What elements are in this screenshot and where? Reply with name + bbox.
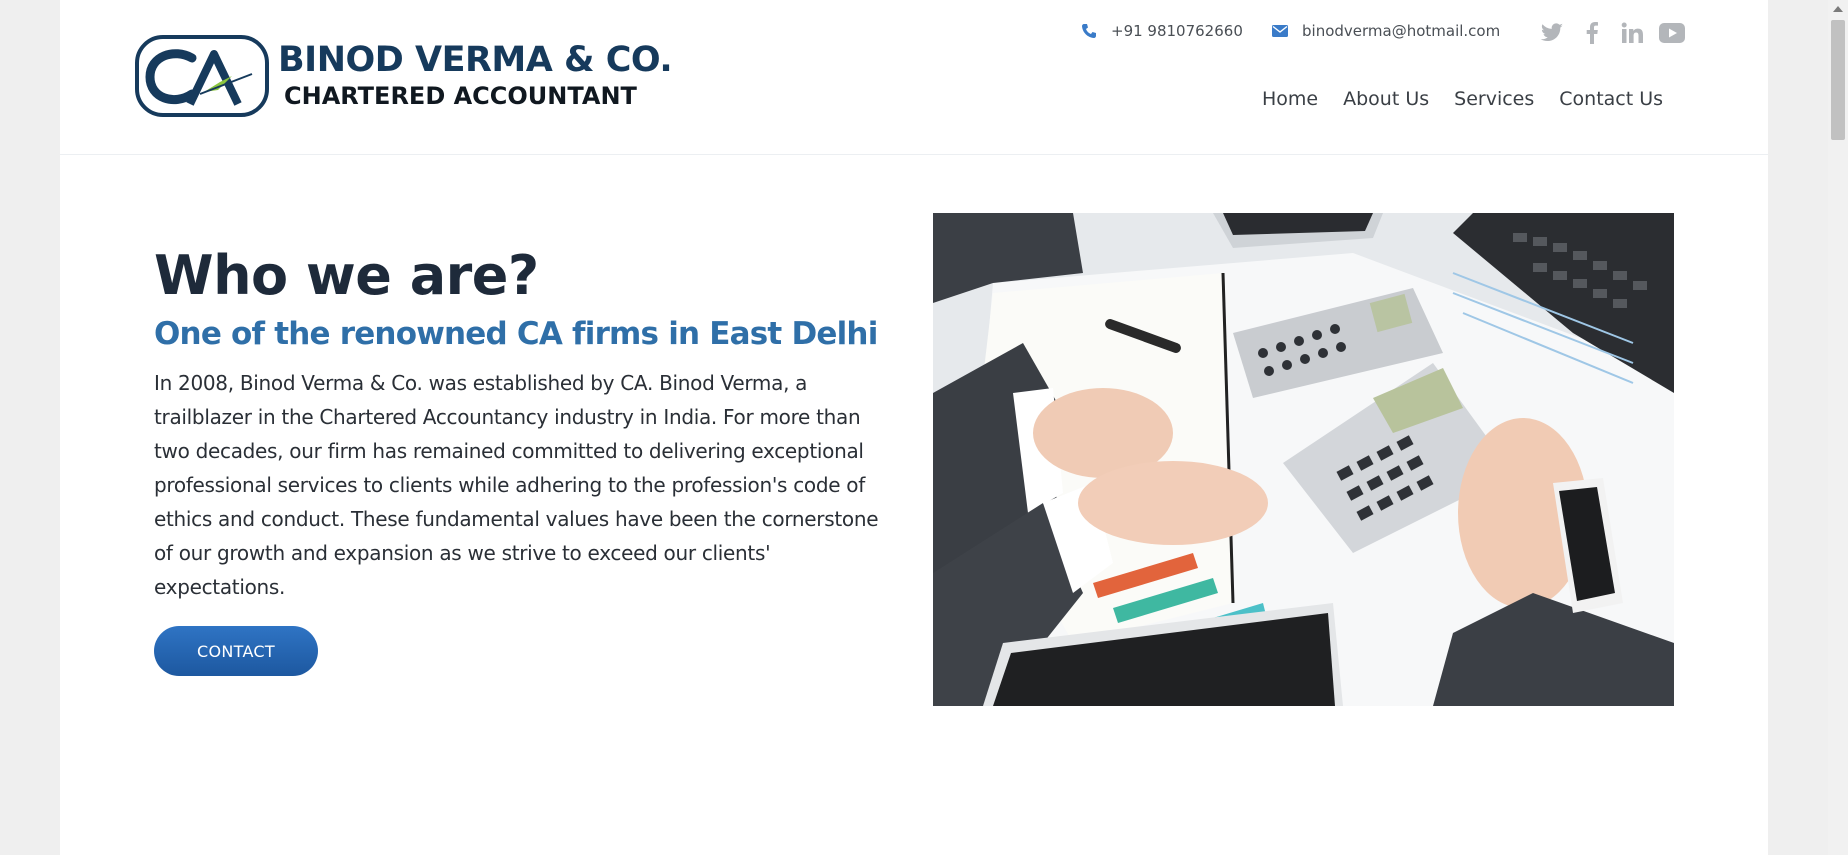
- logo[interactable]: BINOD VERMA & CO. CHARTERED ACCOUNTANT: [134, 34, 673, 120]
- section-title: Who we are?: [154, 244, 539, 307]
- about-section: Who we are? One of the renowned CA firms…: [154, 240, 894, 604]
- contact-button[interactable]: CONTACT: [154, 626, 318, 676]
- nav-about-us[interactable]: About Us: [1343, 88, 1429, 110]
- page: BINOD VERMA & CO. CHARTERED ACCOUNTANT +…: [60, 0, 1768, 855]
- email-address: binodverma@hotmail.com: [1302, 22, 1501, 40]
- phone-link[interactable]: +91 9810762660: [1081, 22, 1243, 40]
- twitter-icon[interactable]: [1539, 20, 1565, 46]
- vertical-scrollbar[interactable]: [1828, 0, 1848, 855]
- nav-home[interactable]: Home: [1262, 88, 1318, 110]
- scroll-up-arrow-icon[interactable]: [1828, 0, 1848, 18]
- nav-contact-us[interactable]: Contact Us: [1559, 88, 1663, 110]
- site-header: BINOD VERMA & CO. CHARTERED ACCOUNTANT +…: [60, 0, 1768, 155]
- accountants-photo: [933, 213, 1674, 706]
- about-paragraph: In 2008, Binod Verma & Co. was establish…: [154, 371, 879, 599]
- main-nav: Home About Us Services Contact Us: [1262, 88, 1663, 110]
- brand-tagline: CHARTERED ACCOUNTANT: [284, 82, 637, 110]
- contact-bar: +91 9810762660 binodverma@hotmail.com: [60, 22, 1768, 46]
- nav-services[interactable]: Services: [1454, 88, 1534, 110]
- phone-number: +91 9810762660: [1111, 22, 1243, 40]
- brand-name: BINOD VERMA & CO.: [278, 40, 673, 80]
- social-links: [1539, 20, 1685, 46]
- scrollbar-thumb[interactable]: [1831, 20, 1845, 140]
- section-subtitle: One of the renowned CA firms in East Del…: [154, 316, 878, 352]
- phone-icon: [1081, 23, 1097, 39]
- envelope-icon: [1272, 25, 1288, 37]
- ca-logo-icon: [135, 35, 269, 117]
- facebook-icon[interactable]: [1579, 20, 1605, 46]
- youtube-icon[interactable]: [1659, 20, 1685, 46]
- linkedin-icon[interactable]: [1619, 20, 1645, 46]
- email-link[interactable]: binodverma@hotmail.com: [1272, 22, 1500, 40]
